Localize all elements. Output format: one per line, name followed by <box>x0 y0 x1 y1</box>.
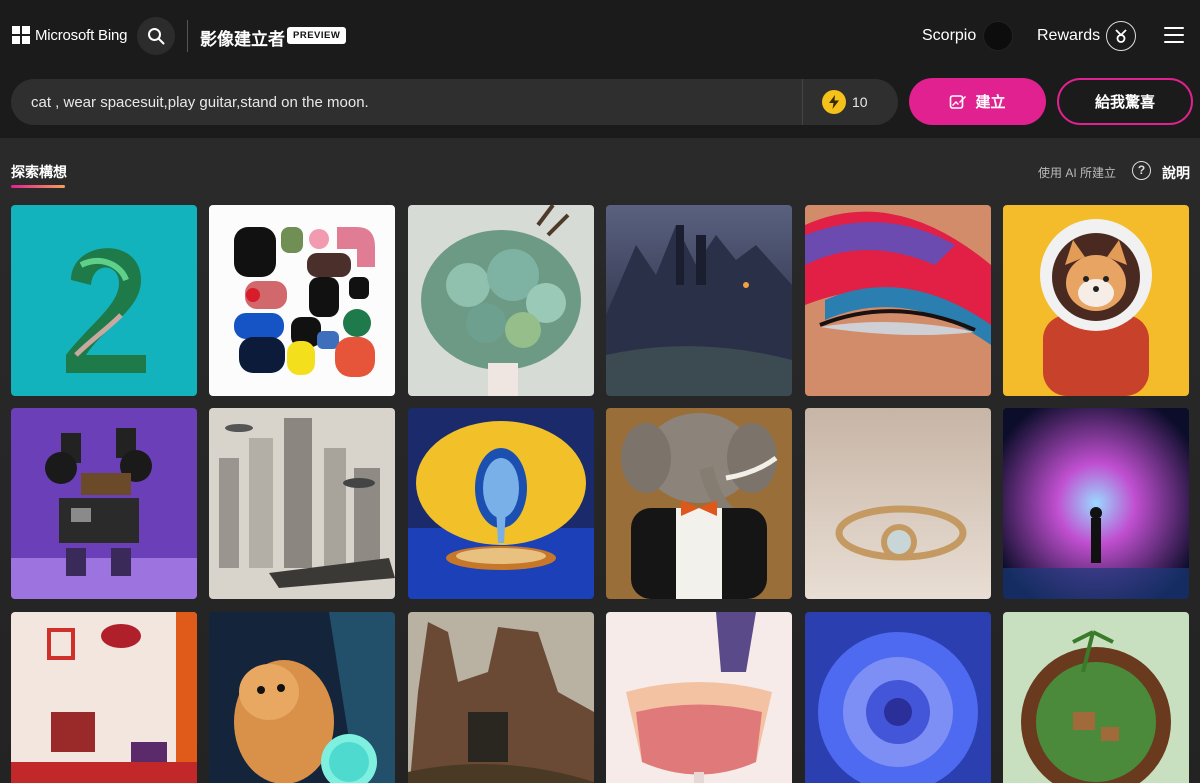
prompt-bar: 10 <box>11 79 898 125</box>
top-bar: Microsoft Bing 影像建立者 PREVIEW Scorpio Rew… <box>0 0 1200 72</box>
gallery-tile-glitter-eye-makeup[interactable] <box>805 205 991 396</box>
gallery-tile-gold-ring[interactable] <box>805 408 991 599</box>
gallery-tile-number-two-leaves[interactable] <box>11 205 197 396</box>
gallery-tile-purple-robot[interactable] <box>11 408 197 599</box>
image-edit-icon <box>950 94 967 109</box>
gallery-tile-hamster-crystal-ball[interactable] <box>209 612 395 783</box>
search-button[interactable] <box>137 17 175 55</box>
gallery-tile-succulent-bouquet[interactable] <box>408 205 594 396</box>
gallery-tile-elephant-in-tuxedo[interactable] <box>606 408 792 599</box>
help-icon[interactable]: ? <box>1132 161 1151 180</box>
avatar[interactable] <box>983 21 1013 51</box>
made-with-ai-note: 使用 AI 所建立 <box>1038 166 1117 180</box>
create-button[interactable]: 建立 <box>909 78 1046 125</box>
prompt-divider <box>802 79 803 125</box>
preview-badge: PREVIEW <box>287 27 347 44</box>
gallery-tile-abstract-shapes[interactable] <box>209 205 395 396</box>
surprise-label: 給我驚喜 <box>1094 94 1155 111</box>
gallery-tile-ruins-painting[interactable] <box>408 612 594 783</box>
microsoft-logo-icon <box>12 26 30 44</box>
header-divider <box>187 20 188 52</box>
rewards-medal-icon[interactable] <box>1106 21 1136 51</box>
gallery-tile-island-in-coconut[interactable] <box>1003 612 1189 783</box>
active-tab-indicator <box>11 185 65 188</box>
gallery-tile-futuristic-city[interactable] <box>209 408 395 599</box>
surprise-me-button[interactable]: 給我驚喜 <box>1057 78 1193 125</box>
help-link[interactable]: 說明 <box>1162 163 1190 183</box>
user-name[interactable]: Scorpio <box>922 27 976 45</box>
boost-count: 10 <box>852 94 868 110</box>
gallery-tile-surreal-lemon-drop[interactable] <box>408 408 594 599</box>
tab-explore-ideas[interactable]: 探索構想 <box>11 162 67 182</box>
create-label: 建立 <box>975 94 1006 111</box>
gallery-tile-blue-flower[interactable] <box>805 612 991 783</box>
gallery-tile-cocktail-flowers[interactable] <box>606 612 792 783</box>
rewards-label[interactable]: Rewards <box>1037 27 1100 45</box>
boost-counter[interactable]: 10 <box>822 90 868 114</box>
gallery-tile-dark-castle-mountains[interactable] <box>606 205 792 396</box>
gallery-tile-shiba-astronaut[interactable] <box>1003 205 1189 396</box>
lightning-bolt-icon <box>822 90 846 114</box>
gallery-tile-cosmic-figure[interactable] <box>1003 408 1189 599</box>
search-icon <box>148 28 165 45</box>
gallery-tile-red-room[interactable] <box>11 612 197 783</box>
bing-logo[interactable]: Microsoft Bing <box>12 26 127 44</box>
hamburger-menu-icon[interactable] <box>1164 27 1184 43</box>
app-title[interactable]: 影像建立者 <box>200 25 285 50</box>
prompt-input[interactable] <box>31 79 791 125</box>
brand-name: Microsoft Bing <box>35 26 128 44</box>
